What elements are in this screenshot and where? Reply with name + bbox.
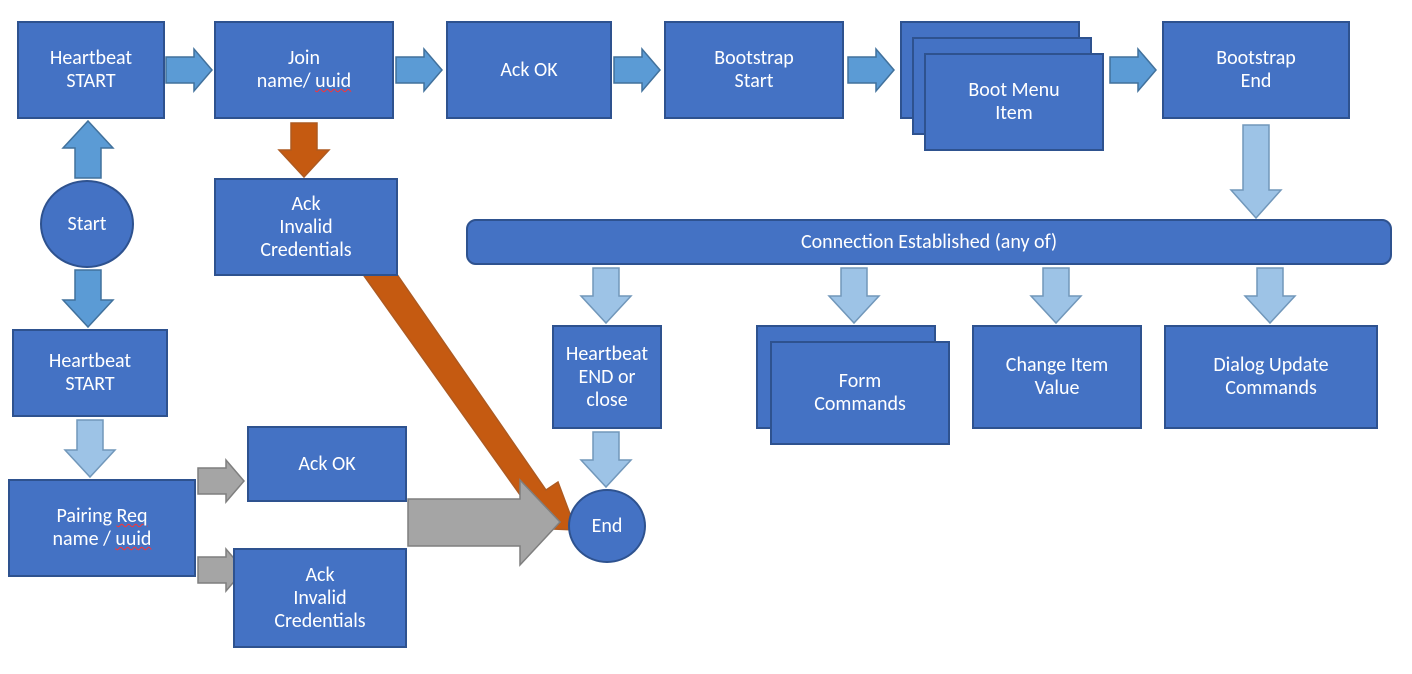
node-start: Start — [40, 180, 134, 268]
label: Start — [68, 213, 107, 236]
arrow-hbend-to-end — [581, 432, 631, 487]
node-change-item-value: Change ItemValue — [972, 325, 1142, 429]
label: Ack OK — [500, 59, 557, 82]
label: HeartbeatSTART — [50, 47, 132, 93]
label: Pairing Req name / uuid — [53, 505, 152, 551]
node-join: Join name/ uuid — [214, 21, 394, 119]
label: Heartbeat END or close — [566, 343, 648, 412]
label: Dialog UpdateCommands — [1213, 354, 1328, 400]
arrow-start-up — [63, 121, 113, 178]
label: Connection Established (any of) — [801, 231, 1057, 254]
label: FormCommands — [814, 370, 906, 416]
arrow-pairing-to-ackok — [198, 460, 244, 502]
node-heartbeat-start-top: HeartbeatSTART — [17, 21, 165, 119]
arrow-join-to-ackok — [396, 49, 442, 91]
arrow-bootend-down — [1231, 125, 1281, 218]
node-dialog-update-commands: Dialog UpdateCommands — [1164, 325, 1378, 429]
node-heartbeat-end: Heartbeat END or close — [552, 325, 662, 429]
arrow-conn-to-dialog — [1245, 268, 1295, 323]
label: BootstrapStart — [714, 47, 794, 93]
label: Change ItemValue — [1006, 354, 1108, 400]
label: Ack Invalid Credentials — [274, 564, 365, 633]
node-ack-invalid-bottom: Ack Invalid Credentials — [233, 548, 407, 648]
label: BootstrapEnd — [1216, 47, 1296, 93]
node-ack-ok-top: Ack OK — [446, 21, 612, 119]
arrow-hbleft-down — [65, 420, 115, 477]
node-form-commands: FormCommands — [770, 341, 950, 445]
label: Ack Invalid Credentials — [260, 193, 351, 262]
label: Join name/ uuid — [257, 47, 351, 93]
node-boot-menu-item: Boot MenuItem — [924, 53, 1104, 151]
node-ack-ok-bottom: Ack OK — [247, 426, 407, 502]
node-bootstrap-end: BootstrapEnd — [1162, 21, 1350, 119]
node-end: End — [568, 489, 646, 563]
arrow-gray-wide-to-end — [408, 480, 560, 565]
arrow-conn-to-hbend — [581, 268, 631, 323]
arrow-hb-to-join — [166, 49, 212, 91]
label: Boot MenuItem — [968, 79, 1059, 125]
node-connection-established: Connection Established (any of) — [466, 219, 1392, 265]
node-pairing-req: Pairing Req name / uuid — [8, 479, 196, 577]
label: HeartbeatSTART — [49, 350, 131, 396]
arrow-start-down — [63, 270, 113, 327]
node-ack-invalid-top: Ack Invalid Credentials — [214, 178, 398, 276]
arrow-bootmenu-to-bootend — [1110, 49, 1156, 91]
node-bootstrap-start: BootstrapStart — [664, 21, 844, 119]
arrow-join-to-ackinvalid — [279, 123, 329, 177]
arrow-bootstart-to-bootmenu — [848, 49, 894, 91]
arrow-ackok-to-bootstart — [614, 49, 660, 91]
node-heartbeat-start-left: HeartbeatSTART — [12, 329, 168, 417]
label: Ack OK — [298, 453, 355, 476]
label: End — [592, 515, 623, 538]
diagram-stage: HeartbeatSTART Join name/ uuid Ack OK Bo… — [0, 0, 1412, 674]
arrow-conn-to-form — [829, 268, 879, 323]
arrow-conn-to-change — [1031, 268, 1081, 323]
